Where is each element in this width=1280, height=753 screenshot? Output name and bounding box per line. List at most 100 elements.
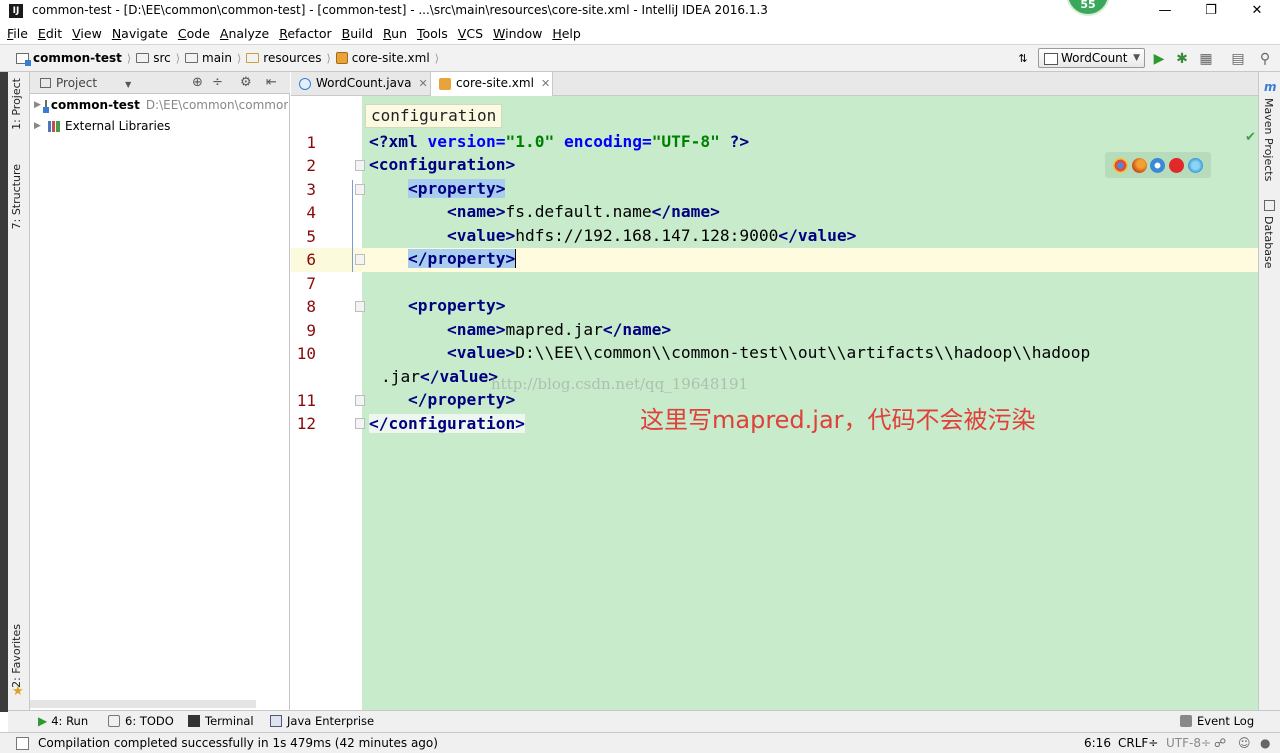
horizontal-scrollbar[interactable] — [30, 700, 256, 708]
project-panel: Project ▼ ⊕ ÷ ⚙ ⇤ ▶ common-test D:\EE\com… — [30, 72, 290, 710]
line-number: 9 — [306, 321, 316, 340]
editor-tabs: WordCount.java ✕ core-site.xml ✕ — [291, 72, 1258, 96]
tree-item-external-libraries[interactable]: ▶ External Libraries — [30, 116, 288, 136]
breadcrumb-resources[interactable]: resources — [263, 51, 321, 65]
expand-arrow-icon[interactable]: ▶ — [34, 121, 44, 131]
menu-navigate[interactable]: Navigate — [112, 26, 168, 41]
safari-icon[interactable] — [1150, 157, 1166, 173]
fold-marker-icon[interactable] — [355, 160, 365, 171]
restore-button[interactable]: ❐ — [1188, 2, 1234, 20]
menu-build[interactable]: Build — [342, 26, 373, 41]
tool-event-log-label: Event Log — [1197, 714, 1255, 728]
navigation-bar: common-test ⟩ src ⟩ main ⟩ resources ⟩ c… — [0, 44, 1280, 72]
tab-wordcount-java[interactable]: WordCount.java ✕ — [291, 72, 431, 96]
expand-arrow-icon[interactable]: ▶ — [34, 100, 41, 110]
code-line-3: <property> — [407, 179, 506, 198]
fold-marker-icon[interactable] — [355, 301, 365, 312]
project-view-select[interactable]: Project ▼ — [40, 76, 131, 90]
line-number: 5 — [306, 227, 316, 246]
breadcrumb-project[interactable]: common-test — [33, 51, 122, 65]
menu-edit[interactable]: Edit — [38, 26, 62, 41]
gear-icon[interactable]: ⚙ — [240, 75, 252, 90]
tab-maven-projects[interactable]: Maven Projects — [1262, 98, 1275, 181]
sort-icon[interactable]: ⇅ — [1014, 50, 1032, 68]
chrome-icon[interactable] — [1112, 157, 1128, 173]
fold-marker-icon[interactable] — [355, 418, 365, 429]
close-icon[interactable]: ✕ — [541, 77, 550, 90]
inspection-ok-icon[interactable]: ✔ — [1245, 130, 1256, 145]
hector-icon[interactable]: ☺ — [1238, 736, 1251, 750]
run-icon[interactable]: ▶ — [1150, 50, 1168, 68]
breadcrumb-file[interactable]: core-site.xml — [352, 51, 430, 65]
menu-tools[interactable]: Tools — [417, 26, 448, 41]
menu-analyze[interactable]: Analyze — [220, 26, 269, 41]
project-panel-header: Project ▼ ⊕ ÷ ⚙ ⇤ — [30, 72, 290, 94]
file-encoding[interactable]: UTF-8÷ — [1166, 736, 1211, 750]
menu-file[interactable]: File — [7, 26, 28, 41]
tab-project-tool[interactable]: 1: Project — [10, 78, 23, 130]
hide-panel-icon[interactable]: ⇤ — [266, 75, 277, 90]
collapse-all-icon[interactable]: ÷ — [212, 75, 223, 90]
fold-marker-icon[interactable] — [355, 254, 365, 265]
opera-icon[interactable] — [1169, 157, 1185, 173]
menu-help[interactable]: Help — [552, 26, 581, 41]
xml-breadcrumb-popup[interactable]: configuration — [365, 104, 503, 128]
event-log-icon — [1180, 715, 1192, 727]
tool-run[interactable]: ▶ 4: Run — [38, 714, 88, 728]
breadcrumb: common-test ⟩ src ⟩ main ⟩ resources ⟩ c… — [16, 51, 444, 66]
resources-folder-icon — [246, 53, 260, 63]
tool-windows-toggle-icon[interactable] — [16, 737, 29, 750]
tab-favorites-tool[interactable]: 2: Favorites — [10, 624, 23, 688]
tool-event-log[interactable]: Event Log — [1180, 714, 1254, 728]
fold-marker-icon[interactable] — [355, 184, 365, 195]
menu-window[interactable]: Window — [493, 26, 542, 41]
run-configuration-select[interactable]: WordCount ▼ — [1038, 48, 1145, 68]
firefox-icon[interactable] — [1131, 157, 1147, 173]
tool-terminal[interactable]: Terminal — [188, 714, 254, 728]
database-icon — [1264, 200, 1275, 211]
tool-terminal-label: Terminal — [205, 714, 254, 728]
project-view-label: Project — [56, 76, 98, 90]
fold-marker-icon[interactable] — [355, 395, 365, 406]
coverage-icon[interactable]: ▦ — [1197, 50, 1215, 68]
close-window-button[interactable]: ✕ — [1234, 2, 1280, 20]
notifications-icon[interactable]: ● — [1260, 736, 1270, 750]
status-bar: Compilation completed successfully in 1s… — [0, 732, 1280, 753]
tab-structure-tool[interactable]: 7: Structure — [10, 164, 23, 229]
tab-core-site-xml[interactable]: core-site.xml ✕ — [431, 72, 553, 96]
line-separator[interactable]: CRLF÷ — [1118, 736, 1158, 750]
caret-position[interactable]: 6:16 — [1084, 736, 1111, 750]
breadcrumb-src[interactable]: src — [153, 51, 171, 65]
menu-refactor[interactable]: Refactor — [279, 26, 331, 41]
tool-java-enterprise[interactable]: Java Enterprise — [270, 714, 374, 728]
ie-icon[interactable] — [1188, 157, 1204, 173]
menu-run[interactable]: Run — [383, 26, 407, 41]
search-icon[interactable]: ⚲ — [1256, 50, 1274, 68]
status-message[interactable]: Compilation completed successfully in 1s… — [38, 736, 438, 750]
window-title: common-test - [D:\EE\common\common-test]… — [32, 3, 768, 17]
code-line-9: <name>mapred.jar</name> — [446, 320, 672, 339]
minimize-button[interactable]: — — [1142, 2, 1188, 20]
project-structure-icon[interactable]: ▤ — [1229, 50, 1247, 68]
maven-icon: m — [1264, 80, 1277, 94]
breadcrumb-main[interactable]: main — [202, 51, 232, 65]
code-line-1: <?xml version="1.0" encoding="UTF-8" ?> — [369, 132, 750, 151]
lock-icon[interactable]: ☍ — [1214, 736, 1226, 750]
code-editor[interactable]: 1 2 3 4 5 6 7 8 9 10 11 12 <?xml version… — [291, 96, 1258, 710]
debug-icon[interactable]: ✱ — [1173, 50, 1191, 68]
line-number: 12 — [296, 414, 316, 433]
tab-database[interactable]: Database — [1262, 216, 1275, 269]
line-number: 6 — [306, 250, 316, 269]
java-enterprise-icon — [270, 715, 282, 727]
menu-code[interactable]: Code — [178, 26, 210, 41]
notification-badge[interactable]: 55 — [1066, 0, 1110, 16]
menu-view[interactable]: View — [72, 26, 102, 41]
tool-todo[interactable]: 6: TODO — [108, 714, 174, 728]
chevron-down-icon: ▼ — [1133, 53, 1140, 63]
scroll-from-source-icon[interactable]: ⊕ — [192, 75, 203, 90]
menu-vcs[interactable]: VCS — [458, 26, 483, 41]
close-icon[interactable]: ✕ — [418, 77, 427, 90]
chevron-right-icon: ⟩ — [326, 51, 331, 65]
tab-label: WordCount.java — [316, 76, 412, 90]
tree-item-common-test[interactable]: ▶ common-test D:\EE\common\common-test — [30, 95, 288, 115]
